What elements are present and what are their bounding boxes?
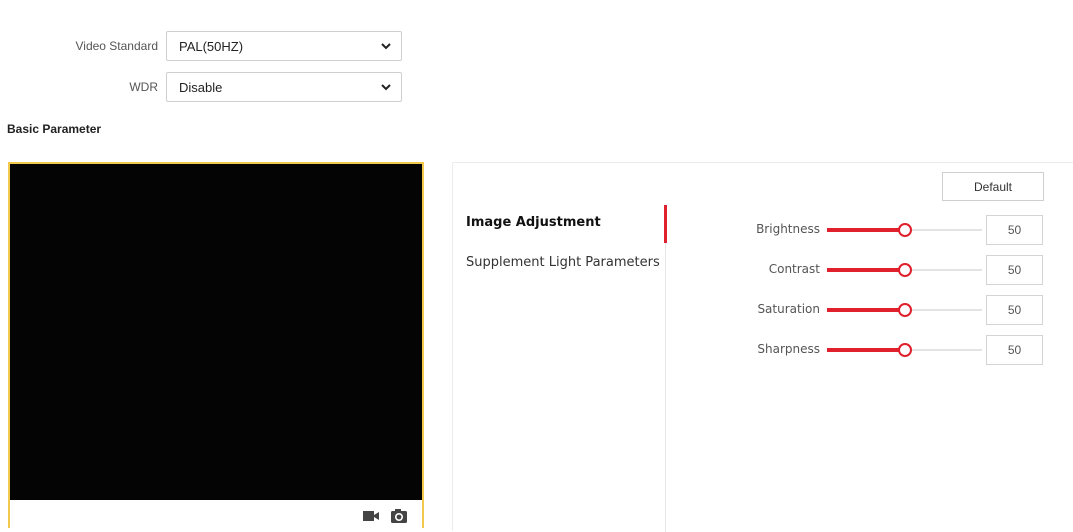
slider-fill bbox=[827, 228, 905, 232]
video-standard-row: Video Standard PAL(50HZ) bbox=[0, 30, 402, 62]
saturation-slider[interactable] bbox=[827, 300, 982, 320]
param-row-brightness: Brightness 50 bbox=[683, 215, 1053, 245]
slider-thumb[interactable] bbox=[897, 263, 912, 277]
saturation-label: Saturation bbox=[757, 302, 820, 316]
wdr-value: Disable bbox=[179, 79, 223, 95]
slider-thumb[interactable] bbox=[897, 223, 912, 237]
wdr-select[interactable]: Disable bbox=[166, 72, 402, 102]
slider-fill bbox=[827, 308, 905, 312]
video-standard-select[interactable]: PAL(50HZ) bbox=[166, 31, 402, 61]
video-camera-icon[interactable] bbox=[362, 508, 381, 524]
wdr-row: WDR Disable bbox=[0, 71, 402, 103]
sharpness-slider[interactable] bbox=[827, 340, 982, 360]
camera-icon[interactable] bbox=[390, 508, 408, 524]
image-settings-panel: Default Image Adjustment Supplement Ligh… bbox=[452, 162, 1073, 532]
param-row-saturation: Saturation 50 bbox=[683, 295, 1053, 325]
video-standard-value: PAL(50HZ) bbox=[179, 38, 244, 54]
param-row-contrast: Contrast 50 bbox=[683, 255, 1053, 285]
nav-active-indicator bbox=[664, 205, 667, 243]
chevron-down-icon bbox=[381, 43, 391, 50]
saturation-value-input[interactable]: 50 bbox=[986, 295, 1043, 325]
slider-thumb[interactable] bbox=[897, 303, 912, 317]
contrast-slider[interactable] bbox=[827, 260, 982, 280]
slider-fill bbox=[827, 268, 905, 272]
sharpness-value-input[interactable]: 50 bbox=[986, 335, 1043, 365]
video-standard-label: Video Standard bbox=[75, 39, 158, 53]
brightness-label: Brightness bbox=[756, 222, 820, 236]
wdr-label: WDR bbox=[129, 80, 158, 94]
nav-item-image-adjustment[interactable]: Image Adjustment bbox=[466, 215, 601, 230]
default-button[interactable]: Default bbox=[942, 172, 1044, 201]
brightness-slider[interactable] bbox=[827, 220, 982, 240]
contrast-value-input[interactable]: 50 bbox=[986, 255, 1043, 285]
brightness-value-input[interactable]: 50 bbox=[986, 215, 1043, 245]
video-screen bbox=[10, 164, 422, 500]
video-toolbar bbox=[10, 500, 422, 530]
contrast-label: Contrast bbox=[768, 262, 820, 276]
nav-divider bbox=[665, 205, 666, 532]
section-title: Basic Parameter bbox=[7, 122, 102, 136]
nav-item-supplement-light[interactable]: Supplement Light Parameters bbox=[466, 255, 660, 270]
sharpness-label: Sharpness bbox=[757, 342, 820, 356]
slider-thumb[interactable] bbox=[897, 343, 912, 357]
video-preview bbox=[8, 162, 424, 528]
slider-fill bbox=[827, 348, 905, 352]
param-row-sharpness: Sharpness 50 bbox=[683, 335, 1053, 365]
chevron-down-icon bbox=[381, 84, 391, 91]
